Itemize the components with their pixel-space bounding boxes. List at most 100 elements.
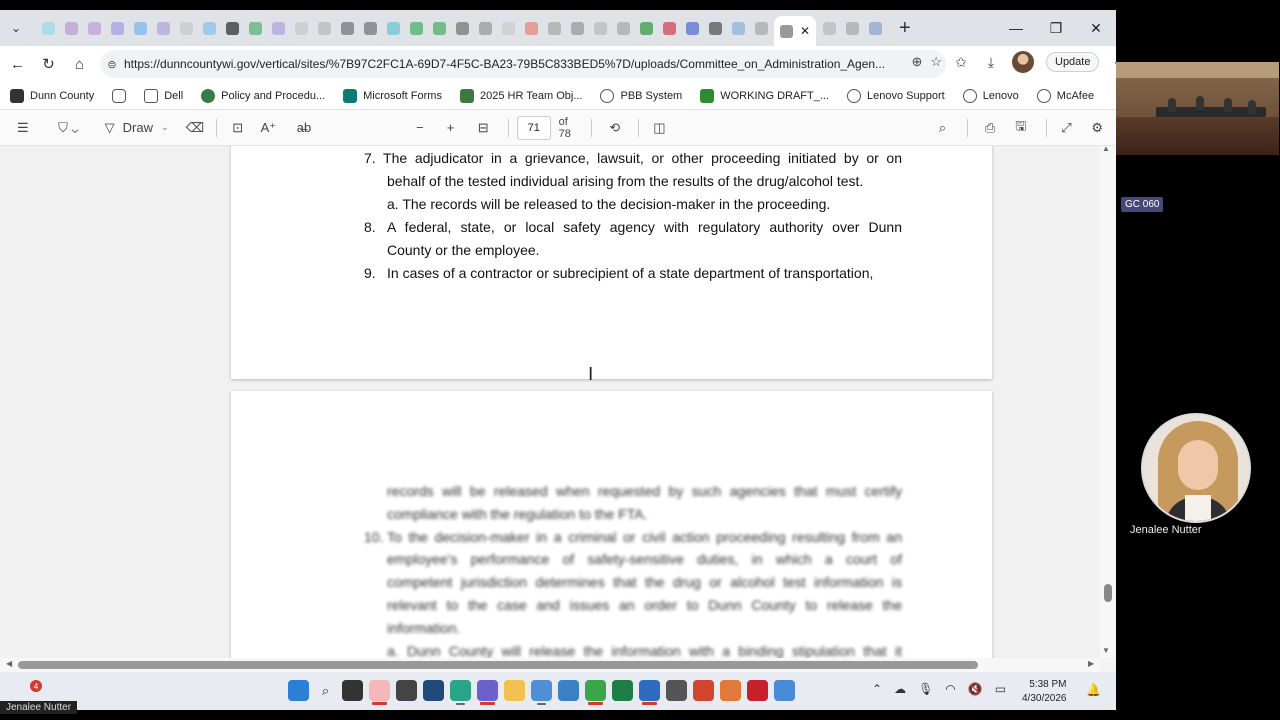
browser-tab[interactable] xyxy=(176,18,196,38)
browser-tab[interactable] xyxy=(61,18,81,38)
browser-tab[interactable] xyxy=(475,18,495,38)
draw-button[interactable]: ▽ Draw ⌄ xyxy=(91,114,182,142)
rotate-icon[interactable]: ⟲ xyxy=(600,114,630,142)
battery-icon[interactable]: ▭ xyxy=(995,682,1006,696)
bookmark-reading-icon[interactable] xyxy=(112,88,127,103)
reload-icon[interactable]: ↻ xyxy=(33,49,64,79)
fit-to-page-icon[interactable]: ⊟ xyxy=(466,114,500,142)
bookmark-lenovo-support[interactable]: Lenovo Support xyxy=(847,88,945,103)
page-number-input[interactable]: 71 xyxy=(516,115,551,140)
participant-video-avatar[interactable] xyxy=(1141,413,1251,523)
taskbar-app-word[interactable] xyxy=(639,680,660,705)
horizontal-scrollbar[interactable]: ◀ ▶ xyxy=(0,658,1100,672)
back-arrow-icon[interactable]: ← xyxy=(2,49,33,79)
browser-tab[interactable] xyxy=(245,18,265,38)
vertical-scrollbar[interactable]: ▲ ▼ xyxy=(1100,144,1116,658)
taskbar-app-calendar[interactable] xyxy=(423,680,444,701)
tab-close-icon[interactable]: ✕ xyxy=(800,24,810,38)
fullscreen-icon[interactable]: ⤢ xyxy=(1055,114,1079,142)
browser-tab[interactable] xyxy=(130,18,150,38)
favorite-star-icon[interactable]: ☆ xyxy=(930,54,942,70)
browser-tab[interactable] xyxy=(751,18,771,38)
table-of-contents-icon[interactable]: ☰ xyxy=(0,114,46,142)
bookmark-working-draft[interactable]: WORKING DRAFT_... xyxy=(700,88,829,103)
show-hidden-icons-chevron-icon[interactable]: ⌃ xyxy=(872,682,882,696)
bookmark-policy[interactable]: Policy and Procedu... xyxy=(201,88,325,103)
home-icon[interactable]: ⌂ xyxy=(64,49,95,79)
browser-tab[interactable] xyxy=(452,18,472,38)
close-window-icon[interactable]: ✕ xyxy=(1076,10,1116,46)
browser-tab[interactable] xyxy=(107,18,127,38)
scrollbar-thumb[interactable] xyxy=(18,661,978,669)
search-icon[interactable]: ⌕ xyxy=(926,114,960,142)
print-icon[interactable]: ⎙ xyxy=(976,114,1004,142)
zoom-out-icon[interactable]: − xyxy=(405,114,435,142)
file-explorer-icon[interactable] xyxy=(504,680,525,701)
taskbar-app-outlook[interactable] xyxy=(531,680,552,705)
browser-tab[interactable] xyxy=(406,18,426,38)
browser-tab[interactable] xyxy=(498,18,518,38)
teams-icon[interactable] xyxy=(477,680,498,705)
room-video-tile[interactable] xyxy=(1116,62,1279,155)
browser-tab[interactable] xyxy=(590,18,610,38)
browser-tab[interactable] xyxy=(314,18,334,38)
start-icon[interactable] xyxy=(288,680,309,701)
browser-tab[interactable] xyxy=(682,18,702,38)
taskbar-app-todo[interactable] xyxy=(558,680,579,701)
taskbar-clock[interactable]: 5:38 PM 4/30/2026 xyxy=(1022,678,1067,706)
browser-tab[interactable] xyxy=(521,18,541,38)
browser-tab[interactable] xyxy=(544,18,564,38)
restore-icon[interactable]: ❐ xyxy=(1036,10,1076,46)
acrobat-icon[interactable] xyxy=(747,680,768,701)
browser-tab[interactable] xyxy=(705,18,725,38)
bookmark-pbb-system[interactable]: PBB System xyxy=(600,88,682,103)
browser-tab[interactable] xyxy=(659,18,679,38)
profile-avatar[interactable] xyxy=(1012,51,1034,73)
new-tab-button[interactable]: + xyxy=(899,17,911,40)
translate-icon[interactable]: a̶b xyxy=(286,114,322,142)
taskbar-app-excel-a[interactable] xyxy=(585,680,606,705)
save-icon[interactable]: 🖫 xyxy=(1004,114,1038,142)
browser-tab[interactable] xyxy=(613,18,633,38)
downloads-icon[interactable]: ⤓ xyxy=(982,54,1000,71)
browser-tab[interactable] xyxy=(636,18,656,38)
browser-tab[interactable] xyxy=(429,18,449,38)
browser-tab[interactable] xyxy=(153,18,173,38)
scroll-left-icon[interactable]: ◀ xyxy=(6,659,12,668)
task-view-icon[interactable] xyxy=(342,680,363,701)
bookmark-dell[interactable]: Dell xyxy=(144,88,183,103)
bookmark-dunn-county[interactable]: Dunn County xyxy=(10,88,94,103)
taskbar-app-notepad[interactable] xyxy=(666,680,687,701)
browser-tab[interactable] xyxy=(567,18,587,38)
zoom-icon[interactable]: ⊕ xyxy=(911,54,922,70)
search-icon[interactable]: ⌕ xyxy=(315,680,336,701)
notification-bell-icon[interactable]: 🔔 xyxy=(1086,683,1101,697)
browser-tab[interactable] xyxy=(222,18,242,38)
browser-tab[interactable] xyxy=(38,18,58,38)
browser-tab[interactable] xyxy=(268,18,288,38)
browser-tab[interactable] xyxy=(819,18,839,38)
mic-muted-icon[interactable]: 🎙 xyxy=(918,682,933,696)
bookmark-mcafee[interactable]: McAfee xyxy=(1036,88,1094,103)
settings-gear-icon[interactable]: ⚙ xyxy=(1078,114,1116,142)
minimize-icon[interactable]: — xyxy=(996,10,1036,46)
pdf-viewport[interactable]: 7. The adjudicator in a grievance, lawsu… xyxy=(0,146,1100,658)
highlight-icon[interactable]: ⛉ ⌄ xyxy=(46,114,92,142)
erase-icon[interactable]: ⌫ xyxy=(182,114,208,142)
site-info-icon[interactable]: ⊜ xyxy=(100,58,124,71)
bookmark-hr-team[interactable]: 2025 HR Team Obj... xyxy=(459,88,582,103)
url-text[interactable]: https://dunncountywi.gov/vertical/sites/… xyxy=(124,57,894,71)
address-bar[interactable]: ⊜ https://dunncountywi.gov/vertical/site… xyxy=(100,50,946,78)
browser-tab[interactable] xyxy=(842,18,862,38)
taskbar-app-pdf[interactable] xyxy=(369,680,390,705)
scroll-down-icon[interactable]: ▼ xyxy=(1102,646,1110,655)
browser-tab[interactable] xyxy=(383,18,403,38)
browser-tab-active[interactable]: ✕ xyxy=(774,16,816,46)
page-view-icon[interactable]: ◫ xyxy=(647,114,673,142)
taskbar-app-excel[interactable] xyxy=(612,680,633,701)
taskbar-app-powerpoint[interactable] xyxy=(693,680,714,701)
zoom-in-icon[interactable]: + xyxy=(435,114,467,142)
onedrive-icon[interactable]: ☁ xyxy=(894,682,906,696)
bookmark-lenovo[interactable]: Lenovo xyxy=(962,88,1019,103)
browser-tab[interactable] xyxy=(84,18,104,38)
